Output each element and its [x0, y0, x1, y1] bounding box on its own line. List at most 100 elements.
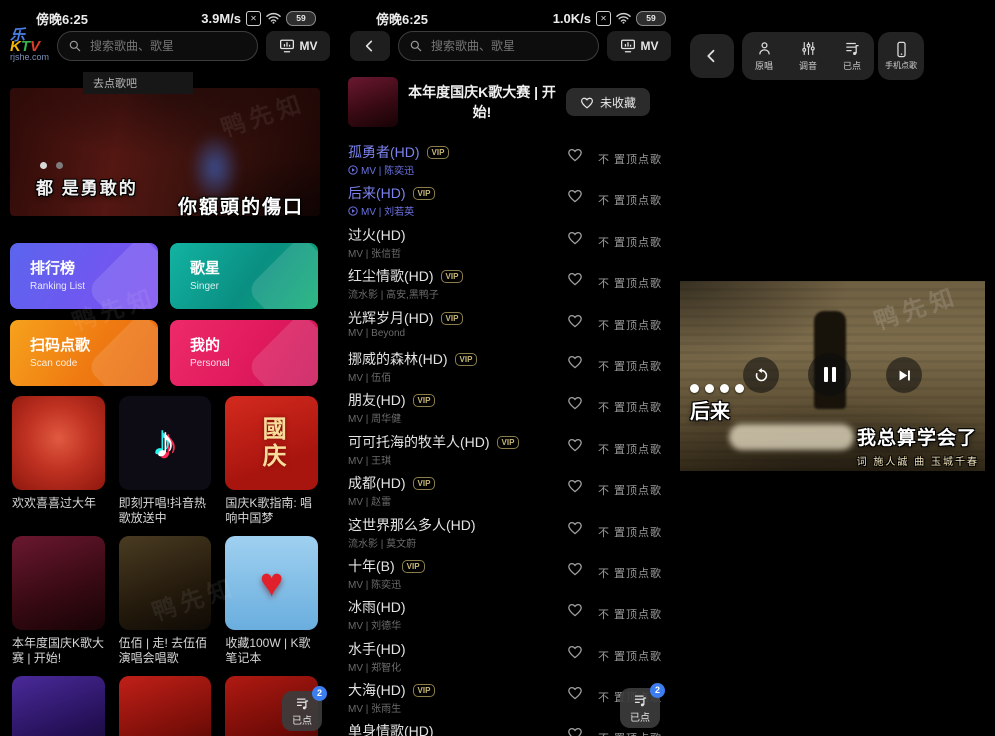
favorite-heart-button[interactable]: [567, 313, 583, 328]
song-title[interactable]: 挪威的森林(HD): [348, 351, 448, 367]
song-title[interactable]: 孤勇者(HD): [348, 144, 420, 160]
category-subtitle: Scan code: [30, 358, 158, 369]
favorite-heart-button[interactable]: [567, 561, 583, 576]
category-card-2[interactable]: 扫码点歌Scan code: [10, 320, 158, 386]
search-icon: [409, 39, 423, 53]
song-row: 水手(HD)MV | 郑智化不 置顶点歌: [348, 637, 670, 678]
search-suggestion[interactable]: 去点歌吧: [83, 72, 193, 94]
favorite-heart-button[interactable]: [567, 230, 583, 245]
replay-button[interactable]: [743, 357, 779, 393]
carousel-dots: [40, 162, 63, 169]
back-button[interactable]: [350, 31, 390, 61]
song-title[interactable]: 红尘情歌(HD): [348, 268, 434, 284]
order-song-button[interactable]: 不 置顶点歌: [598, 399, 662, 415]
favorite-heart-button[interactable]: [567, 602, 583, 617]
vip-badge: VIP: [455, 353, 478, 366]
order-song-button[interactable]: 不 置顶点歌: [598, 317, 662, 333]
category-title: 排行榜: [30, 257, 158, 278]
order-song-button[interactable]: 不 置顶点歌: [598, 524, 662, 540]
favorite-heart-button[interactable]: [567, 685, 583, 700]
song-title-line: 可可托海的牧羊人(HD)VIP: [348, 432, 519, 452]
mv-button[interactable]: MV: [607, 31, 671, 61]
vip-badge: VIP: [413, 187, 436, 200]
order-song-button[interactable]: 不 置顶点歌: [598, 606, 662, 622]
song-title[interactable]: 大海(HD): [348, 682, 406, 698]
back-button[interactable]: [690, 34, 734, 78]
order-song-button[interactable]: 不 置顶点歌: [598, 192, 662, 208]
song-title[interactable]: 后来(HD): [348, 185, 406, 201]
order-song-button[interactable]: 不 置顶点歌: [598, 482, 662, 498]
favorite-heart-icon: [567, 437, 583, 452]
favorite-heart-button[interactable]: [567, 644, 583, 659]
song-title[interactable]: 水手(HD): [348, 641, 406, 657]
order-song-button[interactable]: 不 置顶点歌: [598, 648, 662, 664]
search-bar[interactable]: [57, 31, 258, 61]
song-title[interactable]: 十年(B): [348, 558, 395, 574]
queued-songs-fab[interactable]: 2 已点: [620, 688, 660, 728]
song-list: 孤勇者(HD)VIPMV | 陈奕迅不 置顶点歌后来(HD)VIPMV | 刘若…: [348, 140, 670, 736]
song-title[interactable]: 成都(HD): [348, 475, 406, 491]
order-song-button[interactable]: 不 置顶点歌: [598, 275, 662, 291]
mv-button[interactable]: MV: [266, 31, 330, 61]
order-song-button[interactable]: 不 置顶点歌: [598, 234, 662, 250]
favorite-heart-button[interactable]: [567, 188, 583, 203]
search-bar[interactable]: [398, 31, 599, 61]
next-song-button[interactable]: [886, 357, 922, 393]
song-title[interactable]: 这世界那么多人(HD): [348, 517, 476, 533]
song-title[interactable]: 冰雨(HD): [348, 599, 406, 615]
order-song-button[interactable]: 不 置顶点歌: [598, 441, 662, 457]
content-card[interactable]: 本年度国庆K歌大赛 | 开始!: [12, 536, 105, 666]
mv-label: MV: [641, 39, 659, 53]
song-source-artist: MV | 周华健: [348, 410, 401, 425]
favorite-button[interactable]: 未收藏: [566, 88, 650, 116]
content-card[interactable]: 國庆国庆K歌指南: 唱响中国梦: [225, 396, 318, 526]
topic-banner[interactable]: 本年度国庆K歌大赛 | 开始! 未收藏: [348, 76, 650, 128]
favorite-heart-button[interactable]: [567, 437, 583, 452]
content-card[interactable]: [12, 676, 105, 736]
dragon-artwork: [12, 396, 105, 490]
song-title-line: 成都(HD)VIP: [348, 473, 435, 493]
content-card-grid: 欢欢喜喜过大年♪即刻开唱!抖音热歌放送中國庆国庆K歌指南: 唱响中国梦本年度国庆…: [12, 396, 318, 736]
song-title[interactable]: 单身情歌(HD): [348, 723, 434, 736]
order-song-button[interactable]: 不 置顶点歌: [598, 151, 662, 167]
content-card[interactable]: [119, 676, 212, 736]
content-card[interactable]: 欢欢喜喜过大年: [12, 396, 105, 526]
favorite-heart-button[interactable]: [567, 147, 583, 162]
category-grid: 排行榜Ranking List歌星Singer扫码点歌Scan code我的Pe…: [10, 243, 318, 386]
order-song-button[interactable]: 不 置顶点歌: [598, 730, 662, 736]
status-time: 傍晚6:25: [376, 9, 428, 28]
search-input[interactable]: [429, 38, 588, 54]
video-player[interactable]: 鸭先知 后来 我总算学会了 词 施人誠: [680, 281, 985, 471]
wifi-icon: [616, 12, 631, 24]
pause-button[interactable]: [808, 353, 851, 396]
favorite-heart-button[interactable]: [567, 478, 583, 493]
category-card-1[interactable]: 歌星Singer: [170, 243, 318, 309]
favorite-heart-button[interactable]: [567, 271, 583, 286]
toolbar-tune-button[interactable]: 调音: [786, 32, 830, 80]
toolbar-vocal-button[interactable]: 原唱: [742, 32, 786, 80]
song-title[interactable]: 光辉岁月(HD): [348, 310, 434, 326]
song-title-line: 单身情歌(HD): [348, 721, 434, 736]
order-song-button[interactable]: 不 置顶点歌: [598, 358, 662, 374]
song-title[interactable]: 过火(HD): [348, 227, 406, 243]
song-title[interactable]: 可可托海的牧羊人(HD): [348, 434, 490, 450]
tune-icon: [800, 40, 817, 57]
favorite-heart-button[interactable]: [567, 726, 583, 736]
favorite-heart-button[interactable]: [567, 395, 583, 410]
queued-songs-fab[interactable]: 2 已点: [282, 691, 322, 731]
category-card-0[interactable]: 排行榜Ranking List: [10, 243, 158, 309]
order-song-button[interactable]: 不 置顶点歌: [598, 565, 662, 581]
category-card-3[interactable]: 我的Personal: [170, 320, 318, 386]
phone-order-button[interactable]: 手机点歌: [878, 32, 924, 80]
fab-label: 已点: [630, 709, 650, 724]
heartsky-artwork: ♥: [225, 536, 318, 630]
content-card[interactable]: ♪即刻开唱!抖音热歌放送中: [119, 396, 212, 526]
song-title[interactable]: 朋友(HD): [348, 392, 406, 408]
content-card[interactable]: ♥收藏100W | K歌笔记本: [225, 536, 318, 666]
mv-carousel[interactable]: 鸭先知 都 是勇敢的 你額頭的傷口: [10, 88, 320, 216]
content-card[interactable]: 伍佰 | 走! 去伍佰演唱会唱歌: [119, 536, 212, 666]
favorite-heart-button[interactable]: [567, 354, 583, 369]
toolbar-queue-button[interactable]: 已点: [830, 32, 874, 80]
favorite-heart-button[interactable]: [567, 520, 583, 535]
search-input[interactable]: [88, 38, 247, 54]
